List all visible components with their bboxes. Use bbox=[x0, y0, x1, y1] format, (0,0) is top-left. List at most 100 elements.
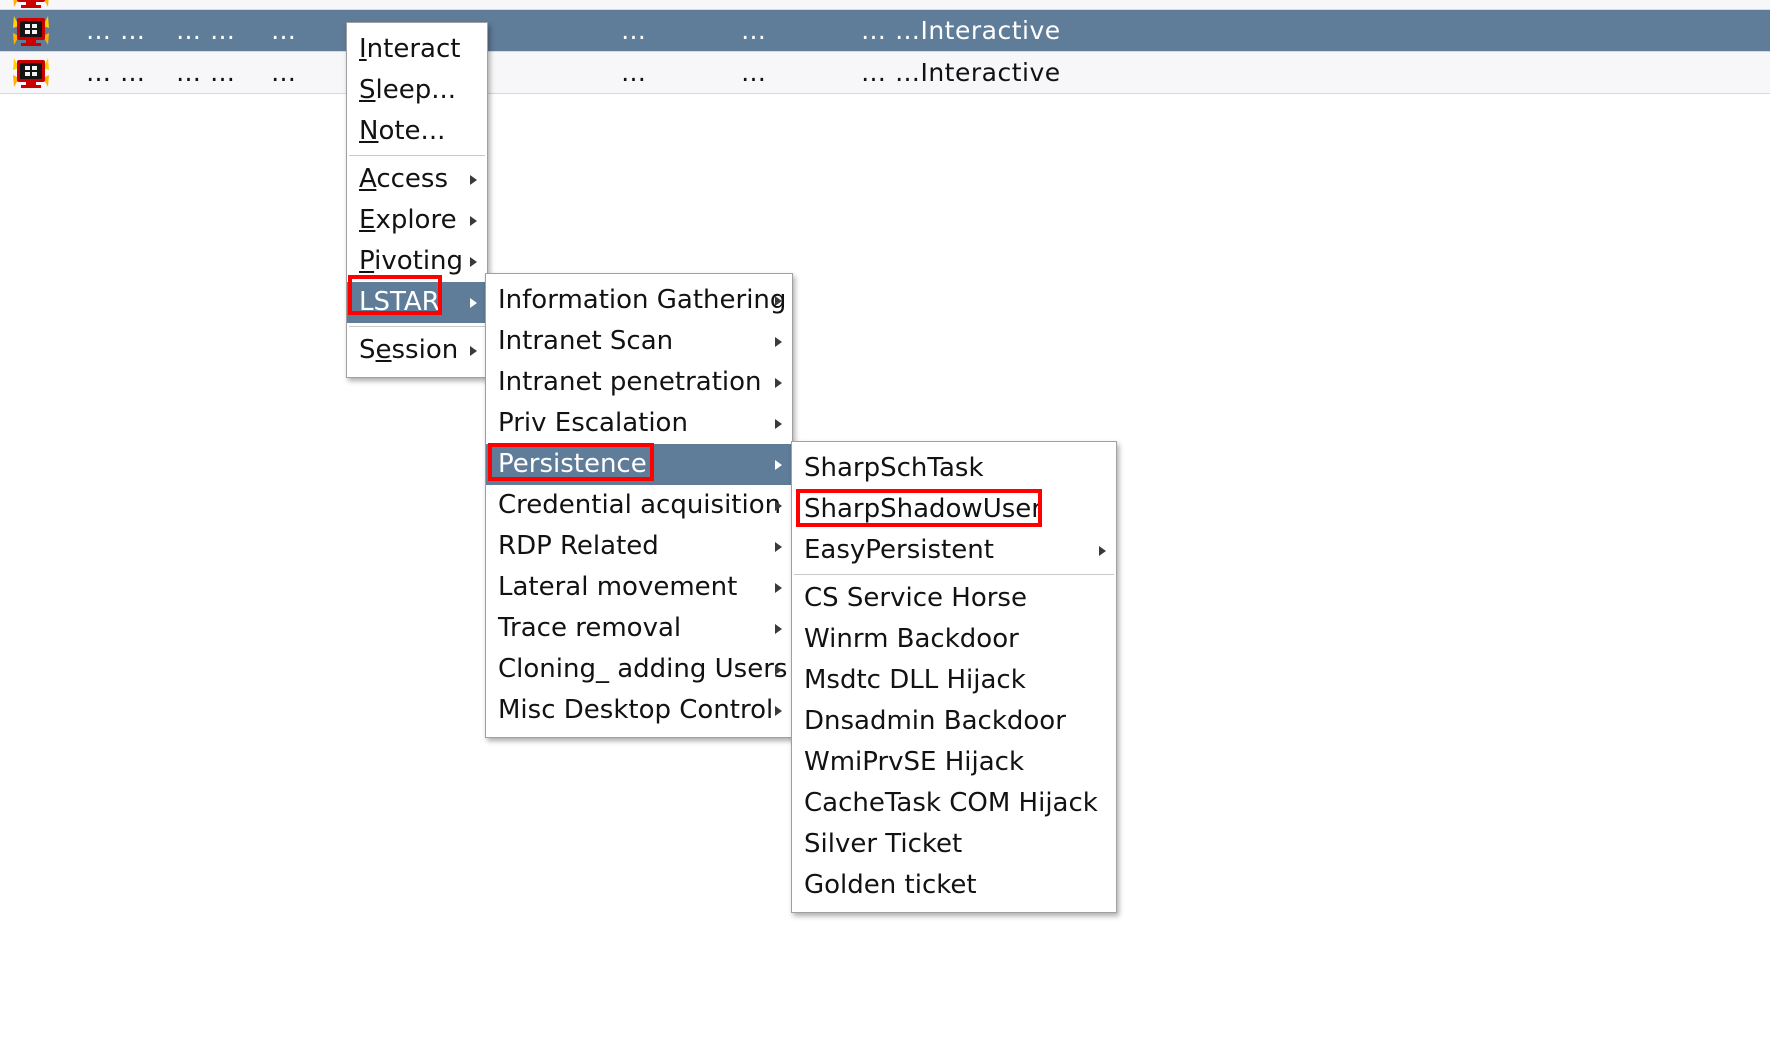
menu-item-label: LSTAR bbox=[359, 287, 440, 317]
mnemonic-char: I bbox=[359, 34, 367, 64]
menu-item-label: Intranet Scan bbox=[498, 326, 674, 356]
menu-separator bbox=[794, 574, 1114, 575]
mnemonic-char: A bbox=[359, 164, 377, 194]
menu-item-cs-service-horse[interactable]: CS Service Horse bbox=[792, 578, 1116, 619]
menu-item-label: Trace removal bbox=[498, 613, 682, 643]
menu-item-label: Information Gathering bbox=[498, 285, 787, 315]
menu-item-label: WmiPrvSE Hijack bbox=[804, 747, 1025, 777]
menu-item-interact[interactable]: Interact bbox=[347, 29, 487, 70]
menu-item-explore[interactable]: Explore bbox=[347, 200, 487, 241]
menu-item-cloning-adding-users[interactable]: Cloning_ adding Users bbox=[486, 649, 792, 690]
menu-item-msdtc-dll-hijack[interactable]: Msdtc DLL Hijack bbox=[792, 660, 1116, 701]
menu-item-label: RDP Related bbox=[498, 531, 659, 561]
menu-item-label: Pivoting bbox=[359, 246, 464, 276]
submenu-arrow-icon bbox=[470, 256, 477, 267]
menu-item-label: Interact bbox=[359, 34, 461, 64]
submenu-arrow-icon bbox=[470, 174, 477, 185]
beacon-cell: … … bbox=[86, 16, 146, 45]
menu-item-golden-ticket[interactable]: Golden ticket bbox=[792, 865, 1116, 906]
menu-item-label: Persistence bbox=[498, 449, 647, 479]
menu-item-misc-desktop-control[interactable]: Misc Desktop Control bbox=[486, 690, 792, 731]
menu-item-session[interactable]: Session bbox=[347, 330, 487, 371]
menu-item-label: Misc Desktop Control bbox=[498, 695, 774, 725]
beacon-status: Interactive bbox=[920, 58, 1061, 87]
persistence-submenu[interactable]: SharpSchTask SharpShadowUser EasyPersisten… bbox=[791, 441, 1117, 913]
menu-item-sleep[interactable]: Sleep... bbox=[347, 70, 487, 111]
menu-item-label: SharpShadowUser bbox=[804, 494, 1042, 524]
beacon-cell: … bbox=[741, 58, 767, 87]
beacon-cell: … … bbox=[861, 16, 921, 45]
menu-separator bbox=[349, 326, 485, 327]
menu-item-label: Session bbox=[359, 335, 459, 365]
menu-item-label: Intranet penetration bbox=[498, 367, 762, 397]
menu-item-persistence[interactable]: Persistence bbox=[486, 444, 792, 485]
beacon-cell: … … bbox=[861, 58, 921, 87]
menu-item-winrm-backdoor[interactable]: Winrm Backdoor bbox=[792, 619, 1116, 660]
mnemonic-char: E bbox=[359, 205, 376, 235]
submenu-arrow-icon bbox=[775, 664, 782, 675]
menu-item-label: Lateral movement bbox=[498, 572, 738, 602]
mnemonic-char: S bbox=[359, 75, 376, 105]
menu-item-label: Golden ticket bbox=[804, 870, 977, 900]
compromised-host-icon bbox=[12, 57, 50, 89]
menu-item-trace-removal[interactable]: Trace removal bbox=[486, 608, 792, 649]
menu-separator bbox=[349, 155, 485, 156]
menu-item-sharpschtask[interactable]: SharpSchTask bbox=[792, 448, 1116, 489]
menu-item-sharpshadowuser[interactable]: SharpShadowUser bbox=[792, 489, 1116, 530]
submenu-arrow-icon bbox=[470, 215, 477, 226]
menu-item-credential-acquisition[interactable]: Credential acquisition bbox=[486, 485, 792, 526]
submenu-arrow-icon bbox=[775, 582, 782, 593]
mnemonic-char: P bbox=[359, 246, 375, 276]
submenu-arrow-icon bbox=[775, 377, 782, 388]
menu-item-label: Dnsadmin Backdoor bbox=[804, 706, 1066, 736]
compromised-host-icon bbox=[12, 0, 50, 9]
menu-item-intranet-scan[interactable]: Intranet Scan bbox=[486, 321, 792, 362]
menu-item-lateral-movement[interactable]: Lateral movement bbox=[486, 567, 792, 608]
menu-item-label: CacheTask COM Hijack bbox=[804, 788, 1098, 818]
mnemonic-char: e bbox=[375, 335, 392, 365]
beacon-row[interactable] bbox=[0, 0, 1770, 10]
menu-item-information-gathering[interactable]: Information Gathering bbox=[486, 280, 792, 321]
menu-item-cachetask-com-hijack[interactable]: CacheTask COM Hijack bbox=[792, 783, 1116, 824]
menu-item-label: Sleep... bbox=[359, 75, 457, 105]
submenu-arrow-icon bbox=[775, 459, 782, 470]
menu-item-priv-escalation[interactable]: Priv Escalation bbox=[486, 403, 792, 444]
beacon-row[interactable]: … …… …………… … Interactive bbox=[0, 52, 1770, 94]
menu-item-lstar[interactable]: LSTAR bbox=[347, 282, 487, 323]
beacon-cell: … bbox=[741, 16, 767, 45]
lstar-submenu[interactable]: Information Gathering Intranet Scan Intran… bbox=[485, 273, 793, 738]
menu-item-silver-ticket[interactable]: Silver Ticket bbox=[792, 824, 1116, 865]
beacon-row[interactable]: … …… …………… … Interactive bbox=[0, 10, 1770, 52]
menu-item-rdp-related[interactable]: RDP Related bbox=[486, 526, 792, 567]
menu-item-label: Access bbox=[359, 164, 449, 194]
menu-item-intranet-penetration[interactable]: Intranet penetration bbox=[486, 362, 792, 403]
beacon-session-table[interactable]: … …… …………… … Interactive… …… …………… … Inter… bbox=[0, 0, 1770, 94]
beacon-context-menu[interactable]: Interact Sleep... Note... Access Explore Pivo… bbox=[346, 22, 488, 378]
menu-item-dnsadmin-backdoor[interactable]: Dnsadmin Backdoor bbox=[792, 701, 1116, 742]
compromised-host-icon bbox=[12, 15, 50, 47]
menu-item-label: CS Service Horse bbox=[804, 583, 1027, 613]
menu-item-wmiprvse-hijack[interactable]: WmiPrvSE Hijack bbox=[792, 742, 1116, 783]
beacon-cell: … … bbox=[86, 58, 146, 87]
beacon-cell: … … bbox=[176, 58, 236, 87]
menu-item-pivoting[interactable]: Pivoting bbox=[347, 241, 487, 282]
submenu-arrow-icon bbox=[775, 336, 782, 347]
menu-item-access[interactable]: Access bbox=[347, 159, 487, 200]
beacon-cell: … … bbox=[176, 16, 236, 45]
beacon-cell: … bbox=[621, 16, 647, 45]
menu-item-label: EasyPersistent bbox=[804, 535, 994, 565]
submenu-arrow-icon bbox=[775, 623, 782, 634]
beacon-cell: … bbox=[621, 58, 647, 87]
menu-item-label: Cloning_ adding Users bbox=[498, 654, 788, 684]
submenu-arrow-icon bbox=[775, 541, 782, 552]
submenu-arrow-icon bbox=[1099, 545, 1106, 556]
submenu-arrow-icon bbox=[775, 705, 782, 716]
mnemonic-char: N bbox=[359, 116, 379, 146]
submenu-arrow-icon bbox=[470, 345, 477, 356]
menu-item-note[interactable]: Note... bbox=[347, 111, 487, 152]
menu-item-easypersistent[interactable]: EasyPersistent bbox=[792, 530, 1116, 571]
submenu-arrow-icon bbox=[775, 500, 782, 511]
menu-item-label: Msdtc DLL Hijack bbox=[804, 665, 1026, 695]
menu-item-label: Winrm Backdoor bbox=[804, 624, 1019, 654]
submenu-arrow-icon bbox=[470, 297, 477, 308]
